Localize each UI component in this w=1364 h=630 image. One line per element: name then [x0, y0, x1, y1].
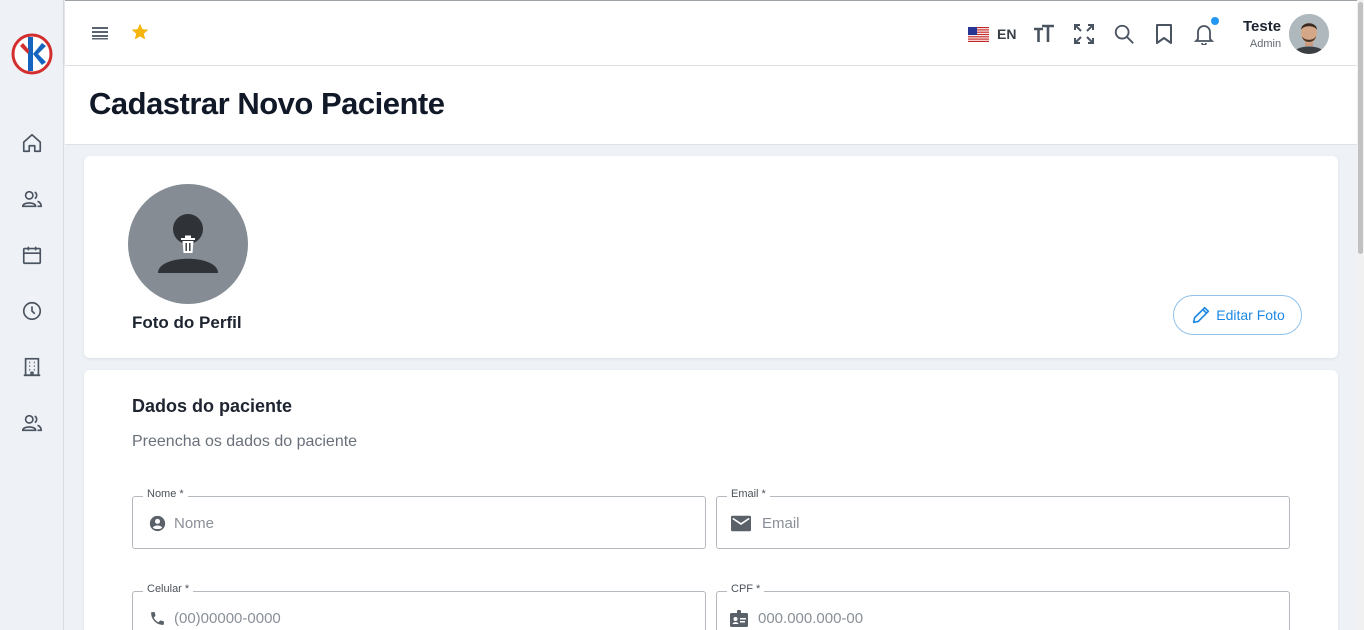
language-selector[interactable]: EN [968, 23, 1016, 45]
phone-input[interactable] [174, 606, 674, 630]
cpf-input[interactable] [758, 606, 1258, 630]
bookmark-button[interactable] [1152, 22, 1176, 46]
phone-icon [147, 608, 167, 628]
fullscreen-icon [1074, 24, 1094, 44]
patient-data-card: Dados do paciente Preencha os dados do p… [84, 370, 1338, 630]
pencil-icon [1193, 306, 1210, 324]
bell-icon [1194, 25, 1214, 45]
sidebar-item-patients[interactable] [16, 183, 48, 215]
text-size-icon [1034, 24, 1054, 42]
us-flag-icon [968, 26, 989, 42]
scrollbar-thumb[interactable] [1358, 2, 1363, 254]
language-code: EN [997, 26, 1017, 42]
edit-photo-button[interactable]: Editar Foto [1173, 295, 1302, 335]
phone-field: Celular * [132, 583, 706, 630]
notification-dot [1211, 17, 1219, 25]
account-circle-icon [147, 513, 167, 533]
avatar[interactable] [1289, 14, 1330, 54]
bookmark-icon [1156, 24, 1172, 44]
name-field: Nome * [132, 488, 706, 549]
home-icon [22, 133, 42, 153]
star-icon [131, 23, 149, 40]
group-icon [22, 414, 42, 432]
cpf-field: CPF * [716, 583, 1290, 630]
name-label: Nome * [143, 488, 188, 500]
menu-icon [92, 27, 108, 40]
clock-icon [22, 301, 42, 321]
email-field: Email * [716, 488, 1290, 549]
sidebar [0, 0, 64, 630]
users-icon [22, 190, 42, 208]
search-button[interactable] [1112, 22, 1136, 46]
search-icon [1114, 24, 1134, 44]
sidebar-item-clinics[interactable] [16, 351, 48, 383]
cpf-label: CPF * [727, 583, 765, 595]
sidebar-item-calendar[interactable] [16, 239, 48, 271]
mail-icon [731, 513, 751, 533]
fullscreen-button[interactable] [1072, 22, 1096, 46]
profile-photo-card: Foto do Perfil Editar Foto [84, 156, 1338, 358]
profile-photo[interactable] [128, 184, 248, 304]
sidebar-item-history[interactable] [16, 295, 48, 327]
photo-label: Foto do Perfil [132, 313, 242, 332]
phone-label: Celular * [143, 583, 194, 595]
email-label: Email * [727, 488, 770, 500]
edit-photo-label: Editar Foto [1216, 307, 1285, 323]
font-size-button[interactable] [1032, 22, 1056, 46]
email-input[interactable] [762, 511, 1262, 535]
section-title: Dados do paciente [132, 396, 293, 416]
name-input[interactable] [174, 511, 674, 535]
sidebar-item-home[interactable] [16, 127, 48, 159]
user-menu[interactable]: Teste Admin [1243, 14, 1330, 54]
user-role: Admin [1249, 38, 1282, 50]
page-title: Cadastrar Novo Paciente [89, 86, 445, 121]
notifications-button[interactable] [1192, 17, 1219, 46]
calendar-icon [22, 246, 42, 265]
section-subtitle: Preencha os dados do paciente [132, 433, 358, 450]
building-icon [23, 357, 41, 377]
id-card-icon [729, 608, 749, 628]
menu-toggle-button[interactable] [89, 22, 111, 44]
favorites-button[interactable] [129, 21, 151, 43]
sidebar-item-team[interactable] [16, 407, 48, 439]
top-bar: EN Teste Admin [65, 0, 1357, 65]
page-header: Cadastrar Novo Paciente [65, 66, 1357, 145]
app-logo[interactable] [11, 33, 53, 75]
delete-photo-icon[interactable] [179, 234, 197, 254]
user-name: Teste [1243, 18, 1282, 35]
